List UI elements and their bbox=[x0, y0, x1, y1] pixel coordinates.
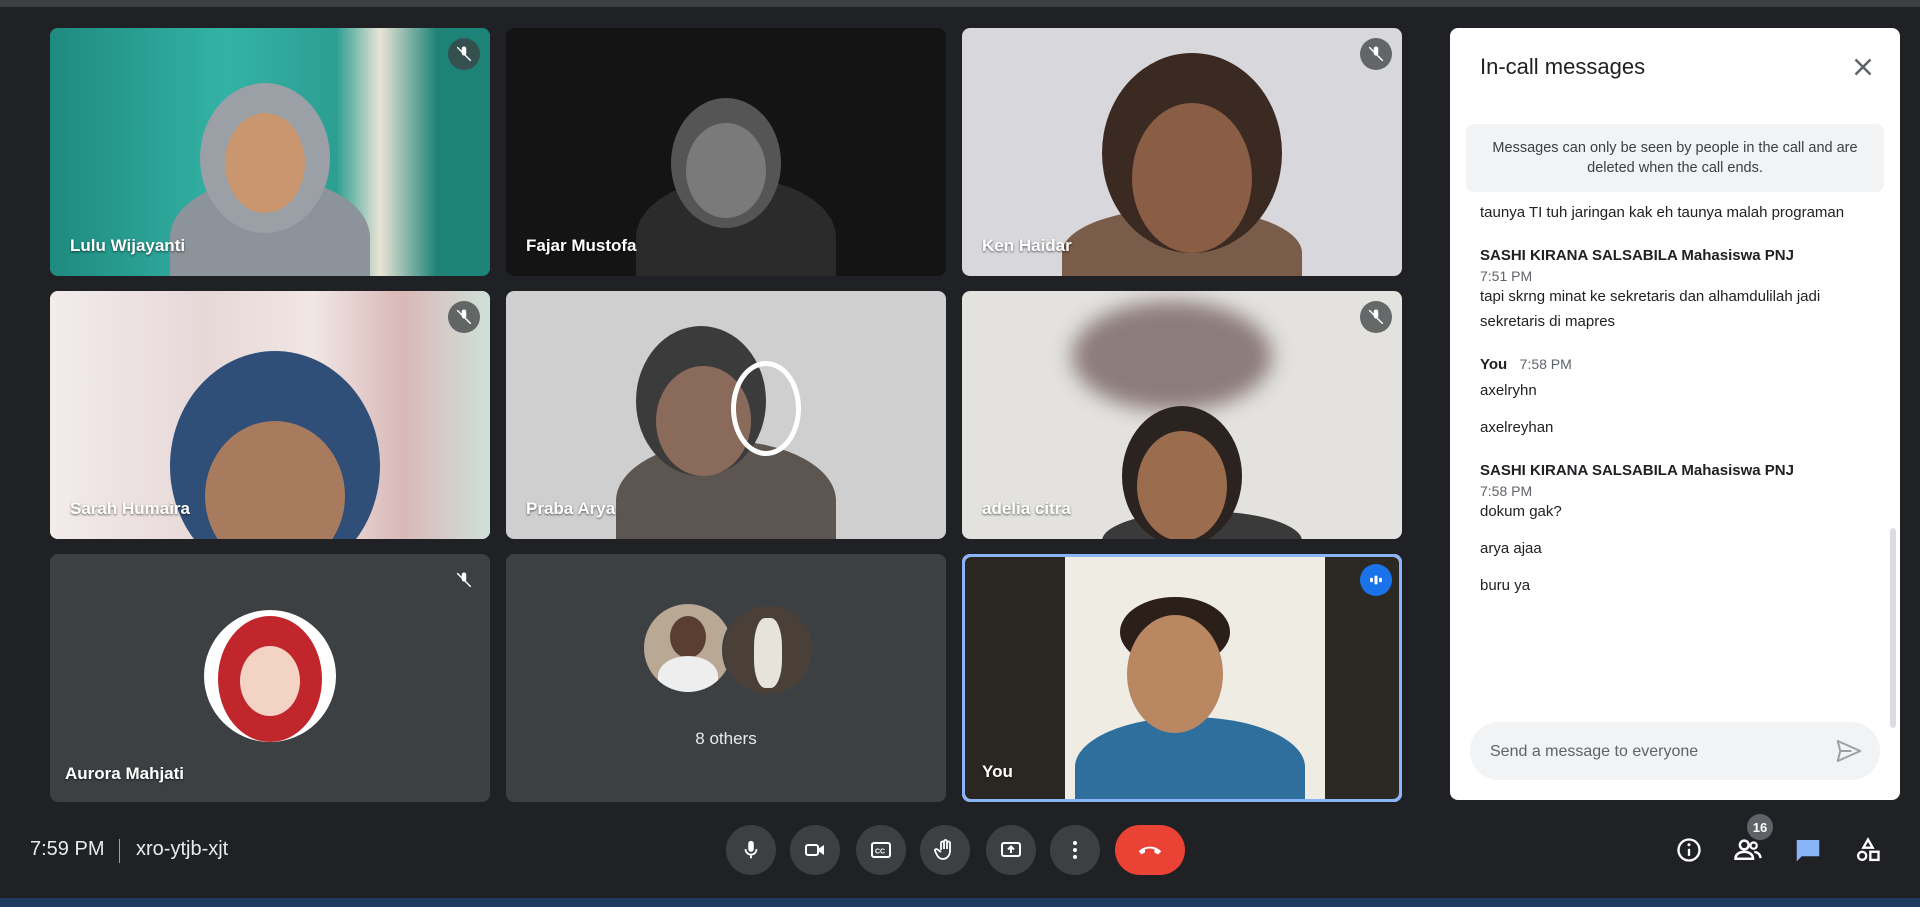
browser-top-edge bbox=[0, 0, 1920, 7]
svg-text:CC: CC bbox=[875, 849, 885, 856]
message-text: axelreyhan bbox=[1480, 419, 1554, 436]
present-icon bbox=[999, 838, 1023, 862]
activities-button[interactable] bbox=[1848, 830, 1888, 870]
end-call-icon bbox=[1135, 835, 1165, 865]
chat-input-box[interactable] bbox=[1470, 722, 1880, 782]
activities-icon bbox=[1854, 836, 1882, 864]
participant-tile[interactable]: Ken Haidar bbox=[962, 28, 1402, 276]
send-icon[interactable] bbox=[1834, 736, 1864, 766]
participant-name: Lulu Wijayanti bbox=[70, 236, 186, 255]
meeting-clock: 7:59 PM bbox=[30, 838, 105, 860]
participant-tile[interactable]: Sarah Humaira bbox=[50, 291, 490, 539]
chat-panel: In-call messages Messages can only be se… bbox=[1450, 28, 1900, 800]
message-sender: You bbox=[1480, 356, 1508, 373]
meeting-details-button[interactable] bbox=[1669, 830, 1709, 870]
avatar bbox=[722, 604, 814, 696]
chat-button[interactable] bbox=[1788, 830, 1828, 870]
message-sender: SASHI KIRANA SALSABILA Mahasiswa PNJ bbox=[1480, 462, 1794, 479]
message-header: You 7:58 PM bbox=[1480, 356, 1870, 374]
camera-button[interactable] bbox=[790, 825, 840, 875]
avatar bbox=[644, 604, 732, 692]
chat-message: SASHI KIRANA SALSABILA Mahasiswa PNJ 7:5… bbox=[1480, 462, 1870, 598]
participant-tile[interactable]: Lulu Wijayanti bbox=[50, 28, 490, 276]
taskbar-edge bbox=[0, 898, 1920, 907]
message-text: buru ya bbox=[1480, 577, 1531, 594]
participant-name: adelia citra bbox=[982, 499, 1071, 518]
speaking-indicator-icon bbox=[1360, 564, 1392, 596]
participant-tile[interactable]: Aurora Mahjati bbox=[50, 554, 490, 802]
message-sender: SASHI KIRANA SALSABILA Mahasiswa PNJ bbox=[1480, 247, 1794, 264]
captions-icon: CC bbox=[869, 838, 893, 862]
mic-off-icon bbox=[448, 38, 480, 70]
participant-tile[interactable]: adelia citra bbox=[962, 291, 1402, 539]
mic-off-icon bbox=[448, 301, 480, 333]
more-icon bbox=[1063, 838, 1087, 862]
chat-scrollbar[interactable] bbox=[1890, 528, 1896, 728]
info-icon bbox=[1675, 836, 1703, 864]
message-text: taunya TI tuh jaringan kak eh taunya mal… bbox=[1480, 204, 1845, 221]
meeting-code: xro-ytjb-xjt bbox=[136, 838, 229, 860]
chat-notice: Messages can only be seen by people in t… bbox=[1466, 124, 1884, 192]
message-text: axelryhn bbox=[1480, 382, 1537, 399]
chat-icon bbox=[1793, 835, 1823, 865]
camera-icon bbox=[803, 838, 827, 862]
chat-message-list[interactable]: taunya TI tuh jaringan kak eh taunya mal… bbox=[1480, 200, 1870, 730]
participant-name: Fajar Mustofa bbox=[526, 236, 637, 255]
participant-name: Aurora Mahjati bbox=[65, 764, 185, 783]
captions-button[interactable]: CC bbox=[856, 825, 906, 875]
close-icon[interactable] bbox=[1848, 52, 1878, 82]
video-feed bbox=[965, 557, 1399, 799]
leave-call-button[interactable] bbox=[1115, 825, 1185, 875]
others-tile[interactable]: 8 others bbox=[506, 554, 946, 802]
chat-message-input[interactable] bbox=[1488, 722, 1822, 782]
participant-name: Ken Haidar bbox=[982, 236, 1072, 255]
chat-message: You 7:58 PM axelryhn axelreyhan bbox=[1480, 356, 1870, 440]
participant-tile[interactable]: Praba Arya bbox=[506, 291, 946, 539]
others-count-label: 8 others bbox=[695, 729, 757, 748]
mic-off-icon bbox=[1360, 301, 1392, 333]
more-options-button[interactable] bbox=[1050, 825, 1100, 875]
participant-name: You bbox=[982, 762, 1013, 781]
message-text: tapi skrng minat ke sekretaris dan alham… bbox=[1480, 288, 1821, 330]
mic-off-icon bbox=[1360, 38, 1392, 70]
present-button[interactable] bbox=[986, 825, 1036, 875]
mic-off-icon bbox=[448, 564, 480, 596]
chat-message: taunya TI tuh jaringan kak eh taunya mal… bbox=[1480, 200, 1870, 225]
message-time: 7:58 PM bbox=[1480, 483, 1533, 499]
avatar bbox=[204, 610, 336, 742]
divider bbox=[119, 839, 120, 863]
message-text: dokum gak? bbox=[1480, 503, 1562, 520]
participant-tile[interactable]: Fajar Mustofa bbox=[506, 28, 946, 276]
mic-button[interactable] bbox=[726, 825, 776, 875]
participant-count-badge: 16 bbox=[1747, 814, 1773, 840]
chat-title: In-call messages bbox=[1480, 54, 1646, 79]
chat-message: SASHI KIRANA SALSABILA Mahasiswa PNJ 7:5… bbox=[1480, 247, 1870, 334]
message-text: arya ajaa bbox=[1480, 540, 1542, 557]
mic-icon bbox=[740, 839, 762, 861]
raise-hand-icon bbox=[933, 838, 957, 862]
participant-name: Sarah Humaira bbox=[70, 499, 190, 518]
raise-hand-button[interactable] bbox=[920, 825, 970, 875]
participant-name: Praba Arya bbox=[526, 499, 616, 518]
message-time: 7:58 PM bbox=[1519, 356, 1572, 372]
message-time: 7:51 PM bbox=[1480, 268, 1533, 284]
participant-tile-self[interactable]: You bbox=[962, 554, 1402, 802]
